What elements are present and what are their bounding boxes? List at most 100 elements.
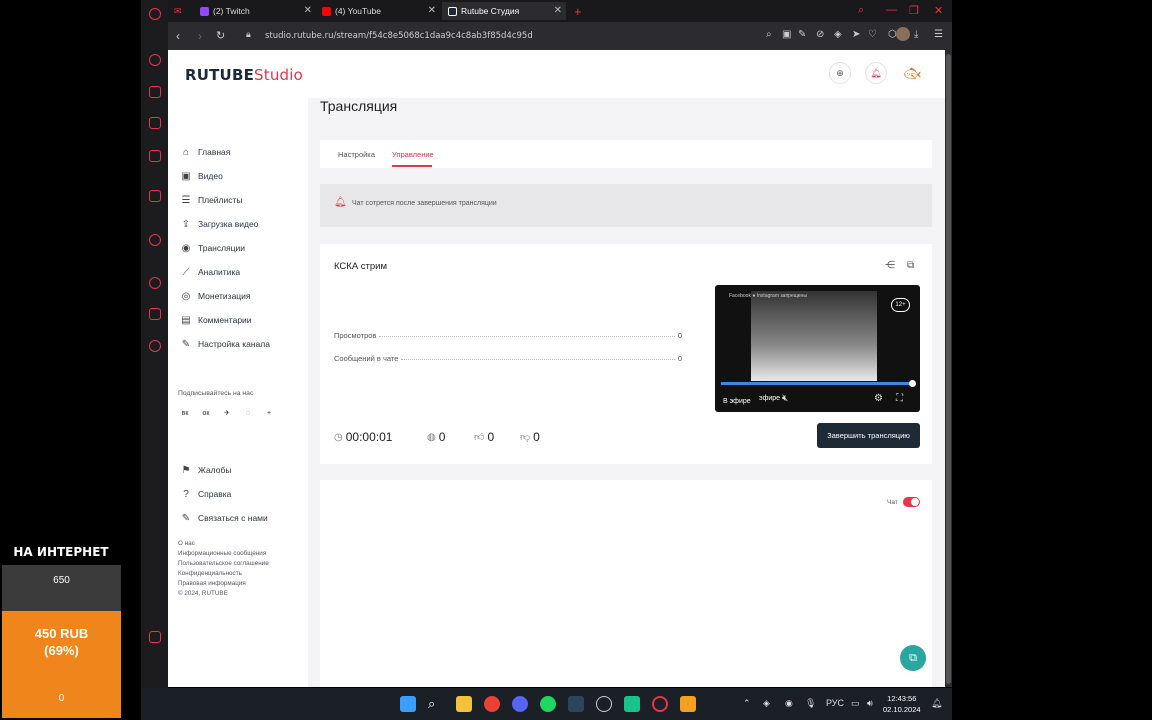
sidebar-item-upload[interactable]: ⇪ Загрузка видео <box>180 216 259 232</box>
volume-icon[interactable]: 🔊︎ <box>867 698 873 709</box>
sidebar-support-contact[interactable]: ✎ Связаться с нами <box>180 510 268 526</box>
avatar[interactable]: 🐟︎ <box>901 62 923 84</box>
extensions-icon[interactable] <box>149 308 161 320</box>
fullscreen-icon[interactable]: ⛶ <box>896 393 903 404</box>
language-indicator[interactable]: РУС <box>826 698 844 708</box>
player-icon[interactable] <box>149 234 161 246</box>
search-icon[interactable]: ⌕ <box>428 696 444 712</box>
heart-icon[interactable]: ♡ <box>868 29 877 40</box>
snapshot-icon[interactable]: ▣ <box>782 29 791 40</box>
maximize-icon[interactable]: ❐ <box>909 4 919 17</box>
vpn-icon[interactable]: ◈ <box>834 29 842 40</box>
tab-youtube[interactable]: (4) YouTube ✕ <box>316 2 440 20</box>
obs-icon[interactable] <box>596 696 612 712</box>
back-icon[interactable]: ‹ <box>176 29 180 43</box>
tray-expand-icon[interactable]: ⌃ <box>743 698 751 709</box>
search-tabs-icon[interactable]: ⌕ <box>858 4 864 17</box>
network-icon[interactable]: ▭ <box>851 698 860 709</box>
forward-icon[interactable]: › <box>198 29 202 43</box>
scrollbar[interactable] <box>945 50 952 687</box>
notification-bell-icon[interactable]: 🔔︎ <box>865 62 887 84</box>
video-progress-bar[interactable] <box>721 382 913 385</box>
settings-gear-icon[interactable] <box>149 340 161 352</box>
close-icon[interactable]: ✕ <box>554 5 562 16</box>
edit-icon[interactable]: ✎ <box>798 29 806 40</box>
steam-icon[interactable] <box>568 696 584 712</box>
chrome-icon[interactable] <box>484 696 500 712</box>
instagram-icon[interactable] <box>149 150 161 162</box>
send-icon[interactable]: ➤ <box>852 29 860 40</box>
contact-icon: ✎ <box>181 512 191 524</box>
clock[interactable]: 12:43:56 02.10.2024 <box>883 693 921 715</box>
opera-logo-icon[interactable] <box>149 8 161 20</box>
footer-link[interactable]: Пользовательское соглашение <box>178 560 269 567</box>
tab-rutube-studio[interactable]: Rutube Студия ✕ <box>442 2 566 20</box>
steam-tray-icon[interactable]: ◈ <box>763 698 770 709</box>
close-icon[interactable]: ✕ <box>304 5 312 16</box>
notification-icon[interactable]: 🔔︎ <box>931 698 942 709</box>
sidebar-item-analytics[interactable]: ⟋ Аналитика <box>180 264 241 280</box>
support-chat-button[interactable]: ⧉ <box>900 645 926 671</box>
close-icon[interactable]: ✕ <box>428 5 436 16</box>
bag-icon[interactable] <box>149 86 161 98</box>
window-close-icon[interactable]: ✕ <box>934 4 943 17</box>
microphone-icon[interactable]: 🎙︎ <box>805 698 816 709</box>
rutube-studio-logo[interactable]: RUTUBEStudio <box>185 66 303 84</box>
social-link[interactable]: вк <box>178 407 192 421</box>
stream-preview-player[interactable]: Facebook ● Instagram запрещены 12+ В эфи… <box>715 285 920 412</box>
share-icon[interactable]: ⋲ <box>885 260 895 271</box>
player-settings-icon[interactable]: ⚙ <box>874 393 883 404</box>
url-field[interactable]: studio.rutube.ru/stream/f54c8e5068c1daa9… <box>265 31 533 41</box>
footer-link[interactable]: О нас <box>178 540 195 547</box>
ai-icon[interactable] <box>149 190 161 202</box>
footer-link[interactable]: Конфиденциальность <box>178 570 242 577</box>
image-icon[interactable] <box>149 631 161 643</box>
sidebar-item-label: Плейлисты <box>198 195 243 205</box>
footer-link[interactable]: Правовая информация <box>178 580 246 587</box>
sidebar-item-broadcast[interactable]: ◉ Трансляции <box>180 240 245 256</box>
sidebar-item-home[interactable]: ⌂ Главная <box>180 144 230 160</box>
social-link[interactable]: ◌ <box>241 407 255 421</box>
add-content-icon[interactable]: ⊕ <box>829 62 851 84</box>
footer-link[interactable]: Информационные сообщения <box>178 550 266 557</box>
speed-dial-icon[interactable] <box>149 54 161 66</box>
adblock-icon[interactable]: ⊘ <box>816 29 824 40</box>
minimize-icon[interactable]: — <box>886 4 897 16</box>
sidebar-item-playlist[interactable]: ☰ Плейлисты <box>180 192 243 208</box>
reload-icon[interactable]: ↻ <box>216 29 225 42</box>
file-explorer-icon[interactable] <box>456 696 472 712</box>
chat-toggle-label: Чат <box>887 499 898 506</box>
tray-app-icon[interactable]: ◉ <box>785 698 793 709</box>
social-link[interactable]: ок <box>199 407 213 421</box>
social-link[interactable]: ✈ <box>220 407 234 421</box>
app-icon[interactable] <box>624 696 640 712</box>
profile-avatar[interactable] <box>896 27 910 41</box>
twitch-icon[interactable] <box>149 117 161 129</box>
end-stream-button[interactable]: Завершить трансляцию <box>817 423 920 448</box>
tab-settings[interactable]: Настройка <box>338 150 375 159</box>
search-icon[interactable]: ⌕ <box>766 29 772 40</box>
sidebar-item-settings[interactable]: ✎ Настройка канала <box>180 336 270 352</box>
sidebar-support-help[interactable]: ? Справка <box>180 486 231 502</box>
sidebar-item-comments[interactable]: ▤ Комментарии <box>180 312 251 328</box>
tab-twitch[interactable]: (2) Twitch ✕ <box>194 2 316 20</box>
opera-taskbar-icon[interactable] <box>652 696 668 712</box>
progress-knob[interactable] <box>909 380 916 387</box>
tab-management[interactable]: Управление <box>392 150 434 159</box>
tab-mail[interactable]: ✉ <box>168 2 194 20</box>
chat-toggle[interactable] <box>903 497 920 507</box>
history-icon[interactable] <box>149 277 161 289</box>
spotify-icon[interactable] <box>540 696 556 712</box>
sidebar-item-money[interactable]: ◎ Монетизация <box>180 288 251 304</box>
open-external-icon[interactable]: ⧉ <box>907 260 914 271</box>
discord-icon[interactable] <box>512 696 528 712</box>
mute-icon[interactable]: 🔇︎ <box>782 393 788 404</box>
new-tab-button[interactable]: + <box>568 2 588 20</box>
start-icon[interactable] <box>400 696 416 712</box>
game-icon[interactable] <box>680 696 696 712</box>
download-icon[interactable]: ⤓ <box>914 29 918 40</box>
sidebar-support-flag[interactable]: ⚑ Жалобы <box>180 462 232 478</box>
sidebar-item-video[interactable]: ▣ Видео <box>180 168 223 184</box>
social-link[interactable]: + <box>262 407 276 421</box>
menu-icon[interactable]: ☰ <box>934 29 943 40</box>
